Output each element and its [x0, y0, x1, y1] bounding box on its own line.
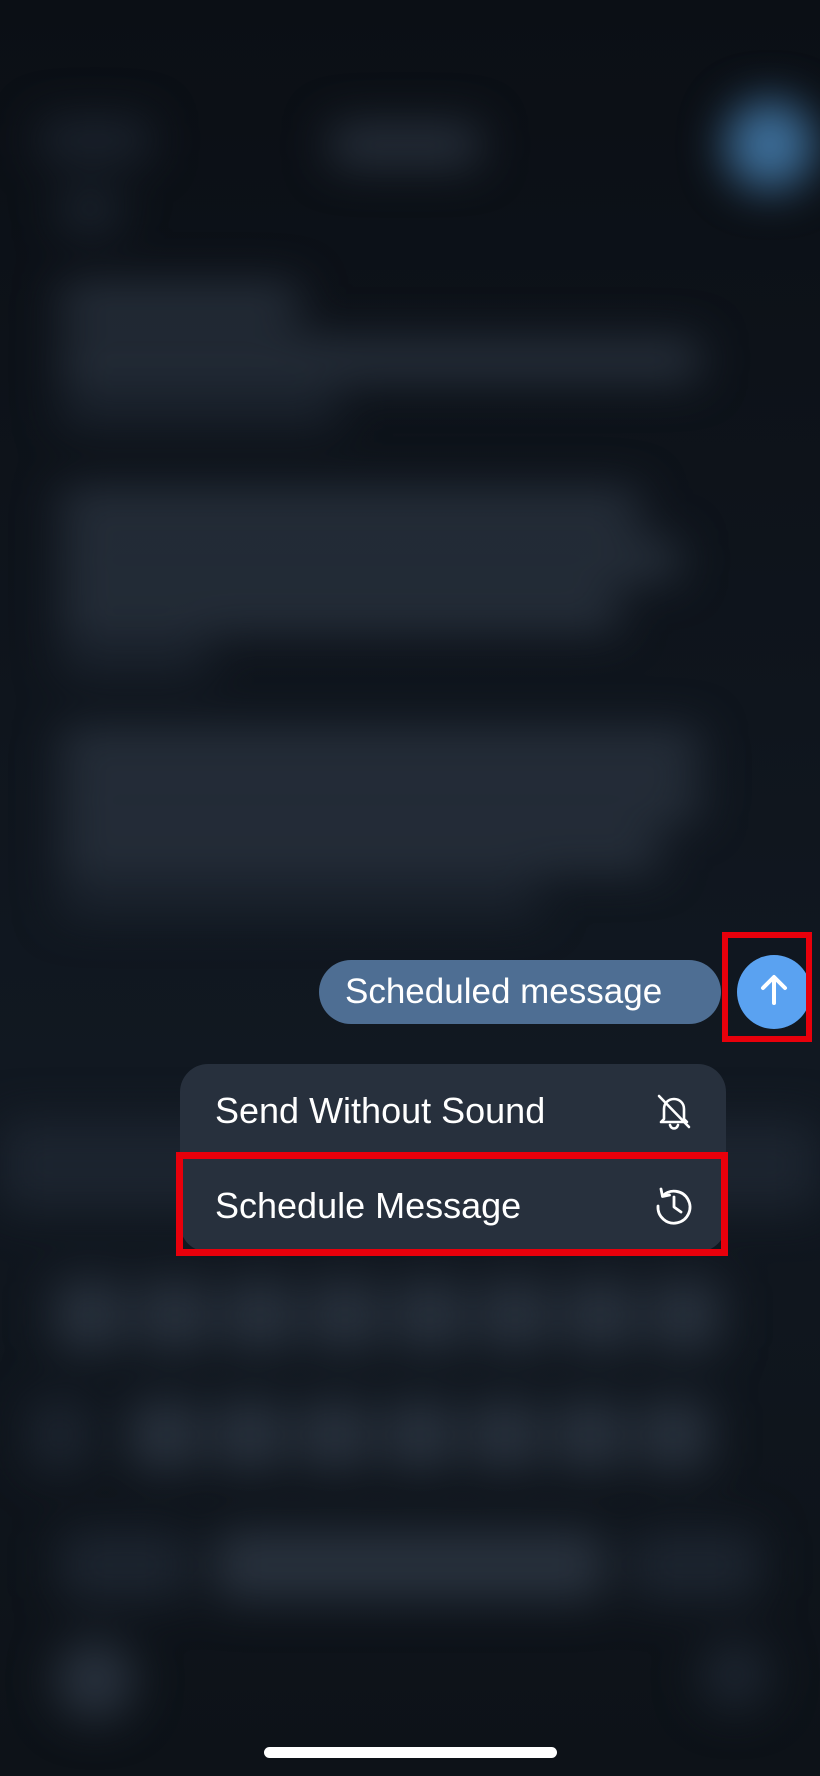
home-indicator[interactable] — [264, 1747, 557, 1758]
blurred-background — [0, 0, 820, 1776]
chat-screen: Scheduled message Send Without Sound Sch… — [0, 0, 820, 1776]
bell-slash-icon — [652, 1089, 696, 1133]
menu-item-send-without-sound[interactable]: Send Without Sound — [180, 1064, 726, 1158]
send-button-highlight — [722, 932, 812, 1042]
draft-message-bubble: Scheduled message — [319, 960, 721, 1024]
schedule-message-highlight — [176, 1152, 728, 1256]
menu-item-label: Send Without Sound — [215, 1090, 546, 1131]
